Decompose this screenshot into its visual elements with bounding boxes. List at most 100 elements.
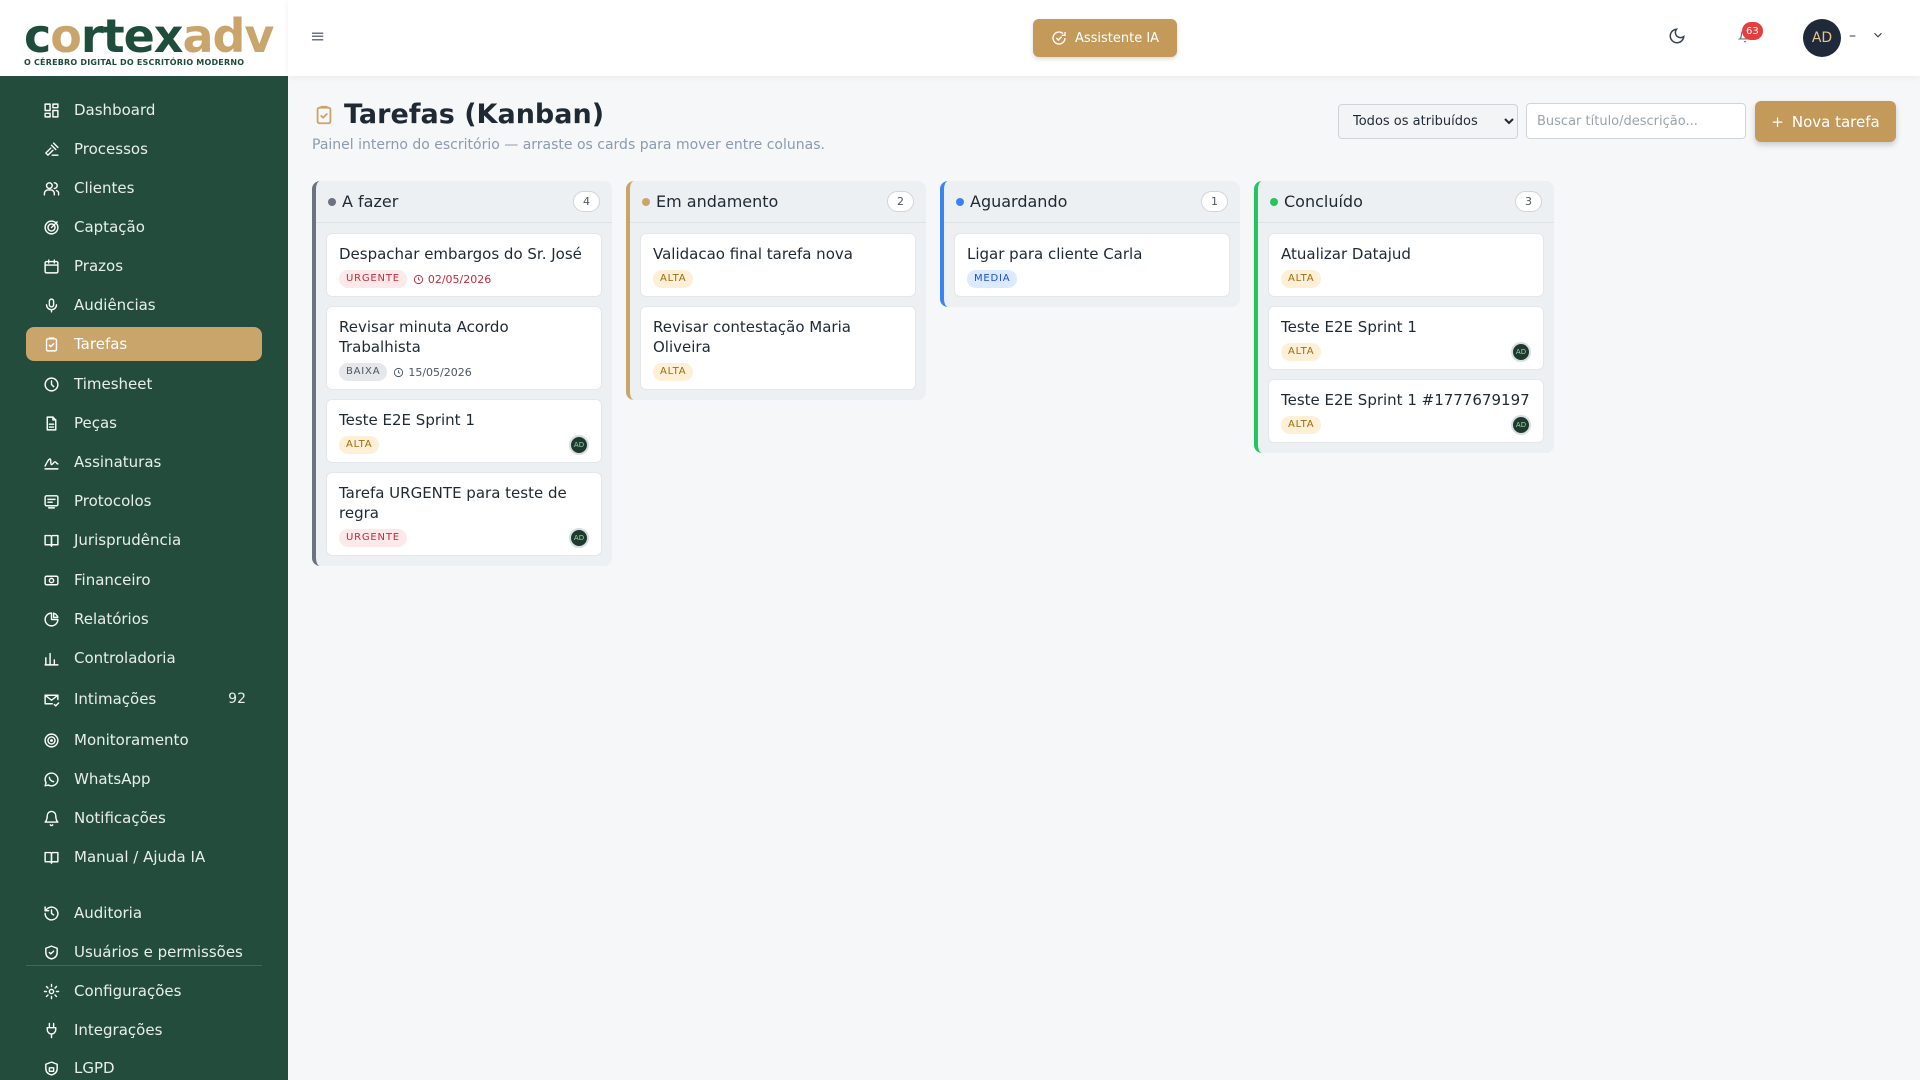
sidebar-item-integra-es[interactable]: Integrações xyxy=(26,1013,262,1047)
user-menu-chevron[interactable] xyxy=(1871,27,1885,46)
task-card[interactable]: Revisar minuta Acordo Trabalhista BAIXA 15… xyxy=(326,306,602,390)
task-meta: ALTA xyxy=(653,270,903,288)
assistant-ia-button[interactable]: Assistente IA xyxy=(1033,19,1177,57)
sidebar-item-monitoramento[interactable]: Monitoramento xyxy=(26,723,262,757)
book-icon xyxy=(42,531,60,549)
priority-badge: ALTA xyxy=(653,363,694,381)
task-title: Revisar minuta Acordo Trabalhista xyxy=(339,318,509,356)
task-card[interactable]: Despachar embargos do Sr. José URGENTE 02/… xyxy=(326,233,602,297)
search-input[interactable] xyxy=(1526,103,1746,139)
sidebar-item-intima-es[interactable]: Intimações 92 xyxy=(26,682,262,716)
kanban-column[interactable]: Em andamento 2 Validacao final tarefa nova… xyxy=(626,181,926,400)
task-meta: URGENTE 02/05/2026 xyxy=(339,270,589,288)
column-status-dot xyxy=(642,197,650,206)
sidebar-item-label: Processos xyxy=(74,140,148,158)
sidebar-item-relat-rios[interactable]: Relatórios xyxy=(26,602,262,636)
sidebar-item-audi-ncias[interactable]: Audiências xyxy=(26,288,262,322)
task-title: Revisar contestação Maria Oliveira xyxy=(653,318,851,356)
task-title: Ligar para cliente Carla xyxy=(967,245,1143,263)
due-date-text: 02/05/2026 xyxy=(427,272,492,286)
sidebar-item-label: Peças xyxy=(74,414,117,432)
sidebar-item-processos[interactable]: Processos xyxy=(26,132,262,166)
sidebar-item-dashboard[interactable]: Dashboard xyxy=(26,93,262,127)
sidebar-item-label: Auditoria xyxy=(74,904,143,922)
sidebar-item-notifica-es[interactable]: Notificações xyxy=(26,801,262,835)
sidebar-item-protocolos[interactable]: Protocolos xyxy=(26,484,262,518)
column-title: Aguardando xyxy=(970,192,1068,211)
sidebar-item-whatsapp[interactable]: WhatsApp xyxy=(26,762,262,796)
task-card[interactable]: Ligar para cliente Carla MEDIA xyxy=(954,233,1230,297)
sidebar-item-jurisprud-ncia[interactable]: Jurisprudência xyxy=(26,523,262,557)
task-card[interactable]: Atualizar Datajud ALTA xyxy=(1268,233,1544,297)
task-title: Teste E2E Sprint 1 #1777679197 xyxy=(1281,391,1530,409)
sidebar-item-label: Usuários e permissões xyxy=(74,943,243,961)
money-icon xyxy=(42,571,60,589)
column-count-badge: 4 xyxy=(573,191,600,212)
task-card[interactable]: Teste E2E Sprint 1 ALTA AD xyxy=(326,399,602,463)
user-name[interactable]: – xyxy=(1849,28,1856,44)
task-meta: ALTA AD xyxy=(1281,342,1531,362)
priority-badge: ALTA xyxy=(1281,270,1322,288)
sidebar-item-count: 92 xyxy=(228,691,246,707)
column-header: Em andamento 2 xyxy=(630,181,926,223)
sidebar-item-pe-as[interactable]: Peças xyxy=(26,406,262,440)
assignee-filter-select[interactable]: Todos os atribuídos xyxy=(1338,104,1518,139)
user-avatar[interactable]: AD xyxy=(1803,19,1841,57)
priority-badge: ALTA xyxy=(1281,343,1322,361)
signature-icon xyxy=(42,453,60,471)
task-card[interactable]: Validacao final tarefa nova ALTA xyxy=(640,233,916,297)
plus-icon: + xyxy=(1771,112,1784,131)
logo[interactable]: cortexadv O CÉREBRO DIGITAL DO ESCRITÓRI… xyxy=(0,0,288,76)
page-title: Tarefas (Kanban) xyxy=(344,99,605,130)
due-date: 02/05/2026 xyxy=(413,273,491,286)
column-header: A fazer 4 xyxy=(316,181,612,223)
task-card[interactable]: Teste E2E Sprint 1 ALTA AD xyxy=(1268,306,1544,370)
task-title: Tarefa URGENTE para teste de regra xyxy=(339,484,567,522)
sidebar-item-configura-es[interactable]: Configurações xyxy=(26,974,262,1008)
book-open-icon xyxy=(42,848,60,866)
sidebar-item-tarefas[interactable]: Tarefas xyxy=(26,327,262,361)
assignee-avatar[interactable]: AD xyxy=(569,435,589,455)
assignee-avatar[interactable]: AD xyxy=(1511,415,1531,435)
task-card[interactable]: Tarefa URGENTE para teste de regra URGENT… xyxy=(326,472,602,556)
bar-chart-icon xyxy=(42,649,60,667)
sidebar-item-assinaturas[interactable]: Assinaturas xyxy=(26,445,262,479)
document-icon xyxy=(42,414,60,432)
sidebar-item-prazos[interactable]: Prazos xyxy=(26,249,262,283)
clock-icon xyxy=(413,274,424,285)
kanban-column[interactable]: Concluído 3 Atualizar Datajud ALTA Teste E2E… xyxy=(1254,181,1554,453)
assignee-avatar[interactable]: AD xyxy=(569,528,589,548)
priority-badge: ALTA xyxy=(653,270,694,288)
sidebar-item-financeiro[interactable]: Financeiro xyxy=(26,563,262,597)
task-meta: URGENTE AD xyxy=(339,528,589,548)
notification-count-badge: 63 xyxy=(1742,22,1763,40)
sidebar-item-clientes[interactable]: Clientes xyxy=(26,171,262,205)
chevron-down-icon xyxy=(1874,32,1882,38)
sidebar-item-capta-o[interactable]: Captação xyxy=(26,210,262,244)
priority-badge: ALTA xyxy=(339,436,380,454)
sidebar-item-label: Dashboard xyxy=(74,101,156,119)
sidebar-item-usu-rios-e-permiss-es[interactable]: Usuários e permissões xyxy=(26,935,262,969)
task-meta: MEDIA xyxy=(967,270,1217,288)
sidebar-item-timesheet[interactable]: Timesheet xyxy=(26,367,262,401)
sidebar-item-lgpd[interactable]: LGPD xyxy=(26,1051,262,1080)
sidebar-item-label: Clientes xyxy=(74,179,135,197)
dark-mode-toggle[interactable] xyxy=(1668,27,1686,49)
radar-icon xyxy=(42,731,60,749)
sidebar-item-label: Monitoramento xyxy=(74,731,189,749)
menu-icon[interactable]: ≡ xyxy=(310,26,325,47)
new-task-button[interactable]: + Nova tarefa xyxy=(1755,101,1896,142)
sidebar-item-manual-ajuda-ia[interactable]: Manual / Ajuda IA xyxy=(26,840,262,874)
sidebar-item-auditoria[interactable]: Auditoria xyxy=(26,896,262,930)
clipboard-check-icon xyxy=(313,104,335,130)
column-cards: Validacao final tarefa nova ALTA Revisar c… xyxy=(630,223,926,400)
assignee-avatar[interactable]: AD xyxy=(1511,342,1531,362)
column-status-dot xyxy=(1270,197,1278,206)
task-card[interactable]: Teste E2E Sprint 1 #1777679197 ALTA AD xyxy=(1268,379,1544,443)
assistant-ia-label: Assistente IA xyxy=(1074,30,1160,46)
task-card[interactable]: Revisar contestação Maria Oliveira ALTA xyxy=(640,306,916,390)
kanban-column[interactable]: A fazer 4 Despachar embargos do Sr. José UR… xyxy=(312,181,612,566)
clock-icon xyxy=(42,375,60,393)
sidebar-item-controladoria[interactable]: Controladoria xyxy=(26,641,262,675)
kanban-column[interactable]: Aguardando 1 Ligar para cliente Carla MEDIA xyxy=(940,181,1240,307)
